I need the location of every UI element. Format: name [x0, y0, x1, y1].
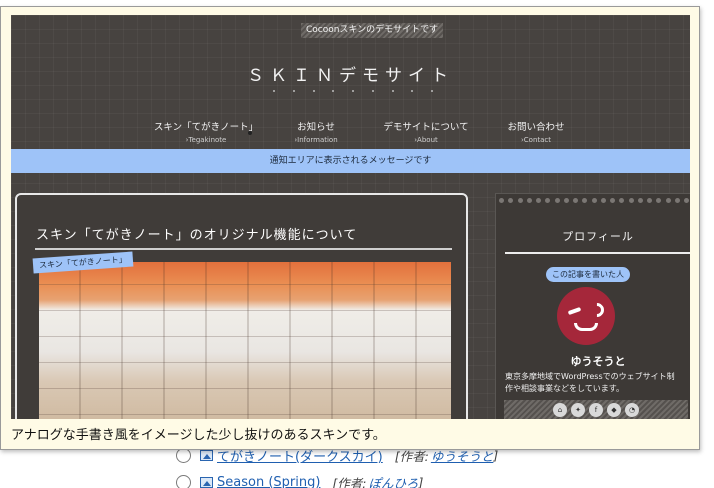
skin-preview-tooltip: Cocoonスキンのデモサイトです ＳＫＩＮデモサイト スキン「てがきノート」 …	[0, 6, 700, 450]
author-bio: 東京多摩地域でWordPressでのウェブサイト制作や相談事業などをしています。	[505, 372, 675, 393]
facebook-icon: f	[589, 402, 603, 417]
author-link[interactable]: ぽんひろ	[369, 473, 419, 488]
author-label: [作者:	[332, 476, 367, 488]
global-nav: スキン「てがきノート」 ›Tegakinote お知らせ ›Informatio…	[151, 119, 591, 144]
author-bubble: この記事を書いた人	[546, 267, 630, 282]
feedly-icon: ◆	[607, 402, 621, 417]
nav-dot	[248, 131, 252, 135]
twitter-icon: ✦	[571, 402, 585, 417]
article-title: スキン「てがきノート」のオリジナル機能について	[36, 228, 358, 243]
notice-bar: 通知エリアに表示されるメッセージです	[11, 149, 690, 173]
sidebar-title-underline	[505, 252, 690, 254]
article-title-underline	[35, 248, 452, 250]
skin-radio[interactable]	[176, 448, 191, 463]
author-name: ゆうそうと	[570, 355, 626, 368]
skin-preview-image: Cocoonスキンのデモサイトです ＳＫＩＮデモサイト スキン「てがきノート」 …	[11, 15, 690, 419]
rss-icon: ◔	[625, 402, 639, 417]
skin-name-link[interactable]: Season (Spring)	[217, 475, 320, 488]
home-icon: ⌂	[553, 402, 567, 417]
title-dots-decoration	[273, 90, 433, 92]
image-icon	[200, 450, 213, 461]
article-thumbnail	[39, 262, 451, 419]
skin-radio[interactable]	[176, 475, 191, 488]
social-icons-bar: ⌂ ✦ f ◆ ◔	[504, 400, 688, 419]
skin-description: アナログな手書き風をイメージした少し抜けのあるスキンです。	[11, 428, 386, 443]
site-tagline: Cocoonスキンのデモサイトです	[301, 23, 444, 38]
skin-row[interactable]: Season (Spring) [作者: ぽんひろ ]	[176, 469, 696, 488]
image-icon	[200, 477, 213, 488]
sidebar-dots-decoration	[499, 198, 689, 203]
author-close: ]	[418, 475, 424, 488]
avatar	[557, 287, 615, 345]
nav-item-about: デモサイトについて ›About	[383, 122, 469, 144]
sidebar-title: プロフィール	[562, 230, 634, 243]
author-close: ]	[493, 448, 499, 463]
nav-item-information: お知らせ ›Information	[294, 122, 338, 144]
nav-item-tegakinote: スキン「てがきノート」 ›Tegakinote	[153, 122, 259, 144]
site-title: ＳＫＩＮデモサイト	[247, 66, 454, 86]
nav-item-contact: お問い合わせ ›Contact	[507, 122, 565, 144]
